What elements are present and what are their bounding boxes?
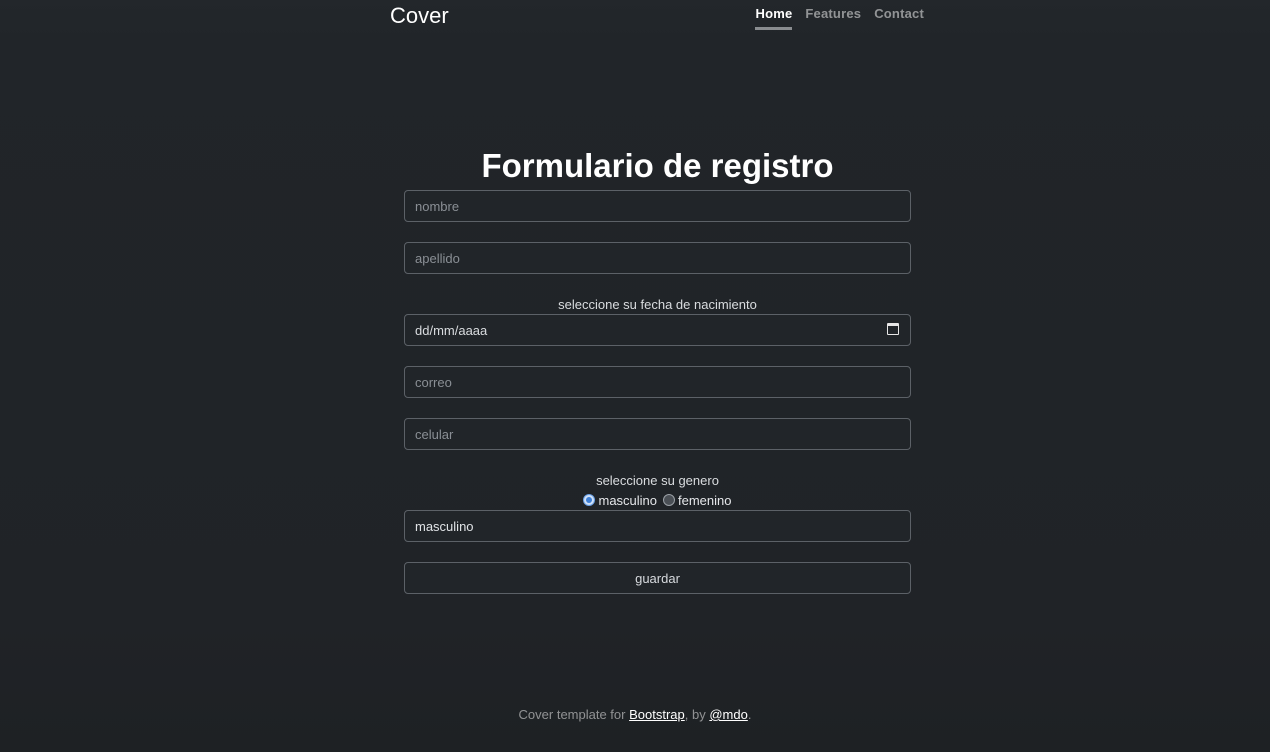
nav-features-link[interactable]: Features — [805, 6, 861, 30]
celular-input[interactable] — [404, 418, 911, 450]
radio-masculino-label[interactable]: masculino — [598, 493, 657, 508]
fecha-field[interactable] — [404, 314, 911, 346]
registration-form: Formulario de registro seleccione su fec… — [404, 146, 911, 594]
genero-value-input[interactable] — [404, 510, 911, 542]
guardar-button[interactable]: guardar — [404, 562, 911, 594]
genero-radio-group: masculino femenino — [404, 490, 911, 510]
correo-input[interactable] — [404, 366, 911, 398]
radio-femenino-label[interactable]: femenino — [678, 493, 731, 508]
nav-home-link[interactable]: Home — [755, 6, 793, 30]
calendar-icon[interactable] — [887, 323, 899, 335]
nombre-input[interactable] — [404, 190, 911, 222]
radio-femenino[interactable] — [663, 494, 676, 506]
radio-masculino[interactable] — [583, 494, 596, 506]
footer-prefix: Cover template for — [518, 707, 630, 722]
footer-suffix: . — [747, 707, 752, 722]
masthead: Cover Home Features Contact — [390, 0, 924, 32]
genero-label: seleccione su genero — [596, 473, 719, 488]
brand-title: Cover — [390, 3, 449, 28]
fecha-label: seleccione su fecha de nacimiento — [558, 297, 757, 312]
fecha-input[interactable] — [404, 314, 911, 346]
nav-contact-link[interactable]: Contact — [874, 6, 924, 30]
main-nav: Home Features Contact — [755, 6, 924, 30]
bootstrap-link[interactable]: Bootstrap — [629, 707, 685, 722]
form-title: Formulario de registro — [481, 147, 834, 184]
apellido-input[interactable] — [404, 242, 911, 274]
footer: Cover template for Bootstrap, by @mdo. — [0, 707, 1270, 722]
mdo-link[interactable]: @mdo — [709, 707, 748, 722]
footer-middle: , by — [684, 707, 710, 722]
